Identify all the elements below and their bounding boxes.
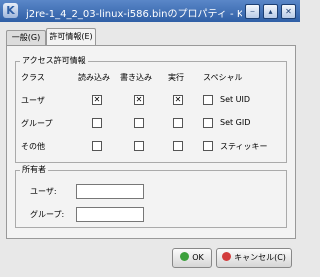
cancel-icon xyxy=(222,252,232,261)
owner-group-label: グループ: xyxy=(30,210,65,219)
access-group-title: アクセス許可情報 xyxy=(20,55,88,66)
set-uid-label: Set UID xyxy=(220,95,251,104)
header-write: 書き込み xyxy=(120,73,152,82)
cancel-button[interactable]: キャンセル(C) xyxy=(216,248,292,268)
maximize-button[interactable]: ▴ xyxy=(263,4,278,19)
sticky-label: スティッキー xyxy=(220,142,268,151)
group-exec-checkbox[interactable] xyxy=(173,118,183,128)
others-exec-checkbox[interactable] xyxy=(173,141,183,151)
permissions-panel: アクセス許可情報 クラス 読み込み 書き込み 実行 スペシャル ユーザ ✕ ✕ … xyxy=(6,45,296,239)
row-label-user: ユーザ xyxy=(21,96,45,105)
group-read-checkbox[interactable] xyxy=(92,118,102,128)
title-bar: K j2re-1_4_2_03-linux-i586.binのプロパティ - K… xyxy=(0,0,300,22)
owner-group-input[interactable] xyxy=(76,207,144,222)
cancel-button-label: キャンセル(C) xyxy=(234,253,286,262)
owner-user-label: ユーザ: xyxy=(30,187,57,196)
set-gid-checkbox[interactable] xyxy=(203,118,213,128)
access-permissions-group: アクセス許可情報 クラス 読み込み 書き込み 実行 スペシャル ユーザ ✕ ✕ … xyxy=(15,55,287,163)
minimize-button[interactable]: ⎯ xyxy=(245,4,260,19)
row-label-group: グループ xyxy=(21,119,53,128)
header-read: 読み込み xyxy=(78,73,110,82)
owner-user-input[interactable] xyxy=(76,184,144,199)
set-uid-checkbox[interactable] xyxy=(203,95,213,105)
group-write-checkbox[interactable] xyxy=(134,118,144,128)
user-exec-checkbox[interactable]: ✕ xyxy=(173,95,183,105)
close-button[interactable]: ✕ xyxy=(281,4,296,19)
owner-group-title: 所有者 xyxy=(20,164,48,175)
others-write-checkbox[interactable] xyxy=(134,141,144,151)
header-exec: 実行 xyxy=(168,73,184,82)
konqueror-icon[interactable]: K xyxy=(3,3,18,18)
owner-group: 所有者 ユーザ: グループ: xyxy=(15,164,287,228)
sticky-checkbox[interactable] xyxy=(203,141,213,151)
user-read-checkbox[interactable]: ✕ xyxy=(92,95,102,105)
header-special: スペシャル xyxy=(203,73,243,82)
row-label-others: その他 xyxy=(21,142,45,151)
window-title: j2re-1_4_2_03-linux-i586.binのプロパティ - Kon… xyxy=(26,9,242,20)
user-write-checkbox[interactable]: ✕ xyxy=(134,95,144,105)
tab-permissions[interactable]: 許可情報(E) xyxy=(46,28,96,45)
tab-general[interactable]: 一般(G) xyxy=(6,30,46,45)
others-read-checkbox[interactable] xyxy=(92,141,102,151)
check-icon xyxy=(180,252,190,261)
header-class: クラス xyxy=(21,73,45,82)
ok-button-label: OK xyxy=(192,253,204,262)
set-gid-label: Set GID xyxy=(220,118,251,127)
ok-button[interactable]: OK xyxy=(172,248,212,268)
